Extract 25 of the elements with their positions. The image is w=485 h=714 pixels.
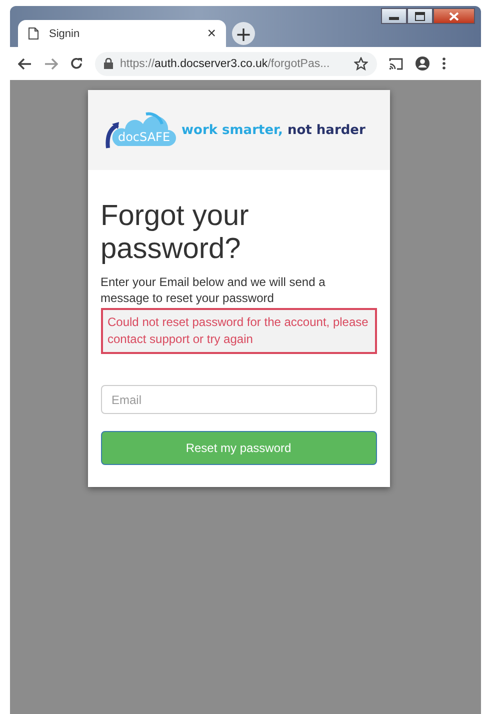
- close-button[interactable]: [433, 8, 475, 24]
- address-bar[interactable]: https://auth.docserver3.co.uk/forgotPas...: [95, 52, 377, 76]
- cast-icon[interactable]: [389, 58, 403, 70]
- close-tab-button[interactable]: ×: [207, 25, 216, 42]
- reload-icon[interactable]: [70, 57, 83, 70]
- forward-icon[interactable]: [44, 58, 58, 70]
- close-icon: [449, 12, 459, 20]
- browser-tab[interactable]: Signin ×: [18, 20, 226, 47]
- new-tab-button[interactable]: +: [232, 22, 255, 45]
- tab-title: Signin: [49, 28, 81, 40]
- page-heading: Forgot your password?: [100, 200, 250, 266]
- back-icon[interactable]: [18, 58, 32, 70]
- error-message: Could not reset password for the account, please contact support or try again: [100, 308, 376, 354]
- lock-icon: [104, 58, 113, 69]
- minimize-button[interactable]: [381, 8, 407, 24]
- menu-icon[interactable]: [442, 57, 446, 70]
- maximize-button[interactable]: [407, 8, 433, 24]
- account-icon[interactable]: [415, 56, 430, 71]
- url-text: https://auth.docserver3.co.uk/forgotPas...: [120, 58, 331, 70]
- maximize-icon: [415, 12, 425, 20]
- page-icon: [28, 27, 39, 40]
- email-field[interactable]: Email: [100, 385, 376, 414]
- tagline: work smarter, not harder: [182, 122, 366, 138]
- star-icon[interactable]: [354, 56, 368, 70]
- instructions-text: Enter your Email below and we will send a message to reset your password: [100, 274, 326, 306]
